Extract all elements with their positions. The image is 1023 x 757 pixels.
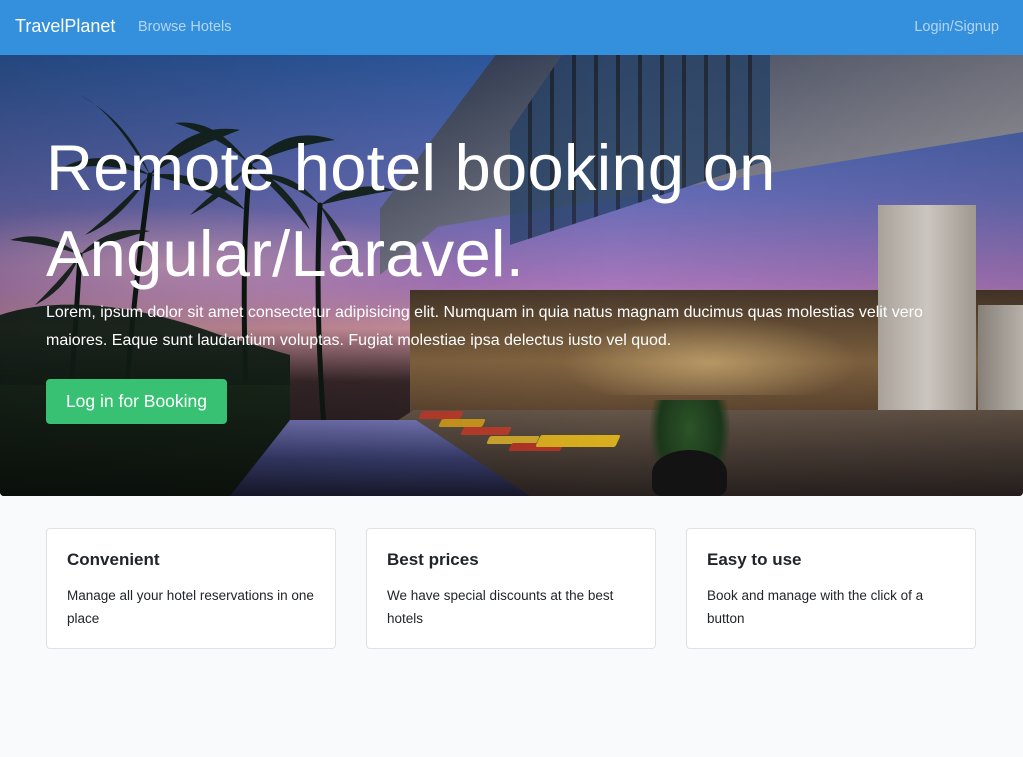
feature-card-text: We have special discounts at the best ho… [387,588,614,626]
feature-card-title: Easy to use [707,550,802,569]
feature-card-easy-to-use: Easy to use Book and manage with the cli… [686,528,976,649]
navbar: TravelPlanet Browse Hotels Login/Signup [0,0,1023,55]
brand-link[interactable]: TravelPlanet [15,16,115,37]
feature-card-convenient: Convenient Manage all your hotel reserva… [46,528,336,649]
nav-browse-hotels[interactable]: Browse Hotels [138,19,231,35]
feature-card-text: Book and manage with the click of a butt… [707,588,924,626]
nav-login-signup[interactable]: Login/Signup [914,19,999,35]
hero-description: Lorem, ipsum dolor sit amet consectetur … [46,304,923,349]
feature-card-title: Best prices [387,550,479,569]
feature-card-title: Convenient [67,550,160,569]
feature-card-best-prices: Best prices We have special discounts at… [366,528,656,649]
feature-card-text: Manage all your hotel reservations in on… [67,588,314,626]
hero-section: Remote hotel booking on Angular/Laravel.… [0,55,1023,496]
hero-title: Remote hotel booking on Angular/Laravel. [46,131,776,290]
login-for-booking-button[interactable]: Log in for Booking [46,379,227,424]
